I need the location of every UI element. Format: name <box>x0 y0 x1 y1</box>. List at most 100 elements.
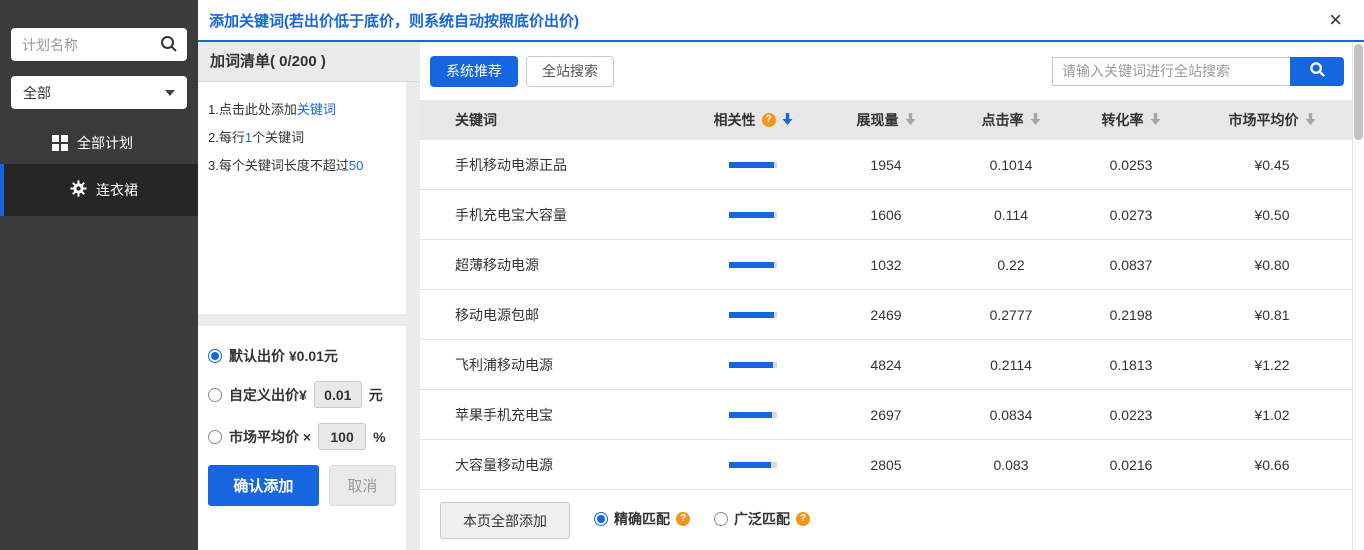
price-cell: ¥1.02 <box>1192 407 1352 423</box>
keyword-cell: 苹果手机充电宝 <box>420 405 686 425</box>
broad-match-option[interactable]: 广泛匹配 ? <box>714 509 810 529</box>
header-relevance[interactable]: 相关性 ? <box>686 110 820 130</box>
relevance-bar <box>686 312 820 318</box>
keyword-dialog: 全部 全部计划 <box>0 0 1364 550</box>
instruction-line: 2.每行1个关键词 <box>208 124 406 152</box>
table-row[interactable]: 苹果手机充电宝 2697 0.0834 0.0223 ¥1.02 <box>420 390 1352 440</box>
cvr-cell: 0.0223 <box>1070 407 1192 423</box>
instruction-line: 1.点击此处添加关键词 <box>208 96 406 124</box>
source-tabs: 系统推荐 全站搜索 <box>430 56 614 87</box>
keyword-input-area[interactable]: 1.点击此处添加关键词 2.每行1个关键词 3.每个关键词长度不超过50 <box>198 82 406 314</box>
keyword-cell: 大容量移动电源 <box>420 455 686 475</box>
plan-search <box>11 28 187 61</box>
impressions-cell: 2469 <box>820 307 952 323</box>
bid-options: 默认出价 ¥0.01元 自定义出价¥ 元 市场平均价 × % <box>198 326 406 550</box>
cancel-button[interactable]: 取消 <box>329 465 396 506</box>
keyword-cell: 移动电源包邮 <box>420 305 686 325</box>
relevance-bar <box>686 362 820 368</box>
chevron-down-icon <box>165 90 175 96</box>
gear-icon <box>70 180 87 200</box>
price-cell: ¥0.50 <box>1192 207 1352 223</box>
keyword-search-input[interactable] <box>1052 57 1290 86</box>
sort-desc-icon-active[interactable] <box>782 112 793 128</box>
sidebar-item-all-plans[interactable]: 全部计划 <box>0 122 198 164</box>
custom-bid-radio[interactable] <box>208 388 222 402</box>
help-icon[interactable]: ? <box>676 512 690 526</box>
ctr-cell: 0.2777 <box>952 307 1070 323</box>
search-icon <box>1309 61 1326 81</box>
table-body: 手机移动电源正品 1954 0.1014 0.0253 ¥0.45 手机充电宝大… <box>420 140 1352 490</box>
exact-match-option[interactable]: 精确匹配 ? <box>594 509 690 529</box>
plan-filter-select[interactable]: 全部 <box>11 76 187 109</box>
modal-titlebar: 添加关键词(若出价低于底价，则系统自动按照底价出价) × <box>198 0 1364 42</box>
table-row[interactable]: 移动电源包邮 2469 0.2777 0.2198 ¥0.81 <box>420 290 1352 340</box>
search-icon[interactable] <box>160 35 178 58</box>
table-header: 关键词 相关性 ? 展现量 点击率 转化率 <box>420 100 1352 140</box>
sort-desc-icon[interactable] <box>1030 112 1041 128</box>
add-all-button[interactable]: 本页全部添加 <box>440 502 570 539</box>
table-row[interactable]: 大容量移动电源 2805 0.083 0.0216 ¥0.66 <box>420 440 1352 490</box>
tab-site-search[interactable]: 全站搜索 <box>526 56 614 87</box>
sort-desc-icon[interactable] <box>905 112 916 128</box>
ctr-cell: 0.22 <box>952 257 1070 273</box>
broad-match-radio[interactable] <box>714 512 728 526</box>
help-icon[interactable]: ? <box>796 512 810 526</box>
close-icon[interactable]: × <box>1329 9 1342 31</box>
market-price-label: 市场平均价 × <box>229 427 311 447</box>
cvr-cell: 0.2198 <box>1070 307 1192 323</box>
header-market-price[interactable]: 市场平均价 <box>1192 110 1352 130</box>
keyword-search <box>1052 57 1344 86</box>
table-footer: 本页全部添加 精确匹配 ? 广泛匹配 ? <box>420 490 1352 550</box>
ctr-cell: 0.083 <box>952 457 1070 473</box>
scrollbar-thumb[interactable] <box>1354 44 1363 140</box>
plan-sidebar: 全部 全部计划 <box>0 0 198 550</box>
table-row[interactable]: 超薄移动电源 1032 0.22 0.0837 ¥0.80 <box>420 240 1352 290</box>
price-cell: ¥0.81 <box>1192 307 1352 323</box>
relevance-bar <box>686 462 820 468</box>
toolbar: 系统推荐 全站搜索 <box>420 42 1352 100</box>
add-list-panel: 加词清单( 0/200 ) 1.点击此处添加关键词 2.每行1个关键词 3.每个… <box>198 42 420 550</box>
market-price-suffix: % <box>373 429 385 445</box>
keyword-cell: 超薄移动电源 <box>420 255 686 275</box>
tab-system-recommend[interactable]: 系统推荐 <box>430 56 518 87</box>
sidebar-item-label: 连衣裙 <box>96 180 138 200</box>
sort-desc-icon[interactable] <box>1305 112 1316 128</box>
exact-match-radio[interactable] <box>594 512 608 526</box>
ctr-cell: 0.0834 <box>952 407 1070 423</box>
header-ctr[interactable]: 点击率 <box>952 110 1070 130</box>
help-icon[interactable]: ? <box>762 113 776 127</box>
broad-match-label: 广泛匹配 <box>734 509 790 529</box>
impressions-cell: 4824 <box>820 357 952 373</box>
scrollbar[interactable] <box>1352 42 1364 550</box>
price-cell: ¥0.80 <box>1192 257 1352 273</box>
relevance-bar <box>686 212 820 218</box>
table-row[interactable]: 飞利浦移动电源 4824 0.2114 0.1813 ¥1.22 <box>420 340 1352 390</box>
sort-desc-icon[interactable] <box>1150 112 1161 128</box>
cvr-cell: 0.0253 <box>1070 157 1192 173</box>
plan-filter-value: 全部 <box>23 83 51 103</box>
table-row[interactable]: 手机充电宝大容量 1606 0.114 0.0273 ¥0.50 <box>420 190 1352 240</box>
confirm-add-button[interactable]: 确认添加 <box>208 465 319 506</box>
bid-option-default: 默认出价 ¥0.01元 <box>208 346 396 366</box>
keyword-section: 系统推荐 全站搜索 关键词 相关性 <box>420 42 1352 550</box>
table-row[interactable]: 手机移动电源正品 1954 0.1014 0.0253 ¥0.45 <box>420 140 1352 190</box>
sidebar-item-campaign[interactable]: 连衣裙 <box>0 164 198 216</box>
market-price-input[interactable] <box>318 423 366 450</box>
market-price-radio[interactable] <box>208 430 222 444</box>
header-impressions[interactable]: 展现量 <box>820 110 952 130</box>
bid-buttons: 确认添加 取消 <box>208 465 396 506</box>
relevance-bar <box>686 262 820 268</box>
cvr-cell: 0.0216 <box>1070 457 1192 473</box>
default-bid-radio[interactable] <box>208 349 222 363</box>
header-keyword[interactable]: 关键词 <box>420 110 686 130</box>
cvr-cell: 0.0837 <box>1070 257 1192 273</box>
header-cvr[interactable]: 转化率 <box>1070 110 1192 130</box>
modal-content: 加词清单( 0/200 ) 1.点击此处添加关键词 2.每行1个关键词 3.每个… <box>198 42 1364 550</box>
impressions-cell: 1954 <box>820 157 952 173</box>
custom-bid-input[interactable] <box>314 381 362 408</box>
keyword-search-button[interactable] <box>1290 57 1344 86</box>
bid-option-market: 市场平均价 × % <box>208 423 396 450</box>
instruction-line: 3.每个关键词长度不超过50 <box>208 152 406 180</box>
relevance-bar <box>686 162 820 168</box>
exact-match-label: 精确匹配 <box>614 509 670 529</box>
